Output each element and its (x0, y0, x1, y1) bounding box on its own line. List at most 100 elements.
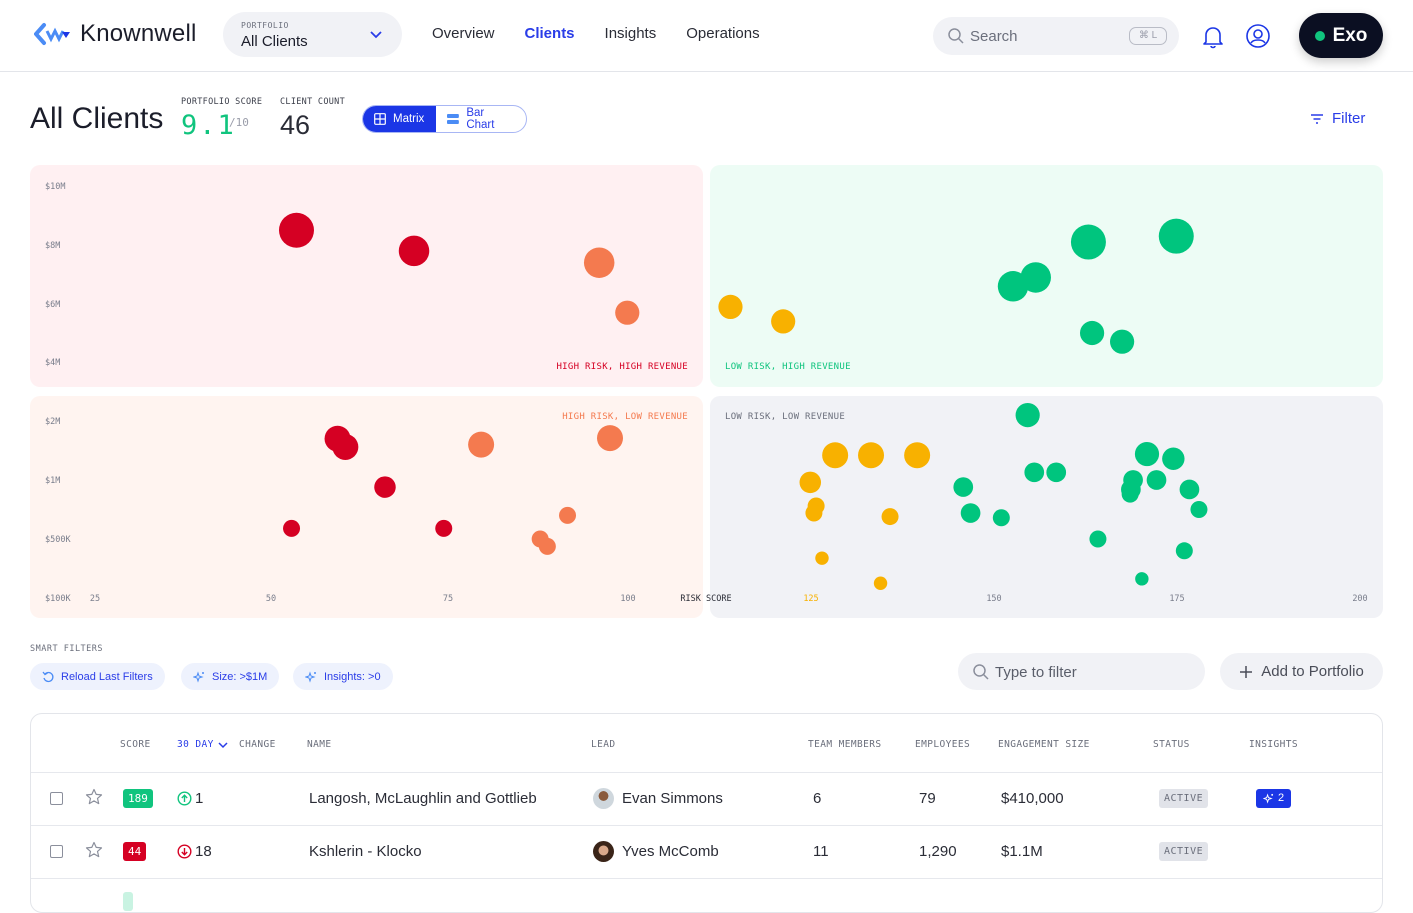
nav-insights[interactable]: Insights (605, 25, 657, 42)
column-header-score[interactable]: SCORE (120, 739, 151, 750)
client-point-watch[interactable] (771, 309, 796, 334)
plus-icon (1240, 665, 1253, 678)
filter-button[interactable]: Filter (1310, 110, 1365, 127)
portfolio-select-label: PORTFOLIO (241, 21, 289, 30)
view-toggle-bar-chart-label: Bar Chart (466, 107, 495, 131)
chevron-down-icon (218, 741, 228, 748)
client-point-at-risk[interactable] (559, 506, 577, 524)
add-to-portfolio-label: Add to Portfolio (1261, 663, 1364, 680)
divider (31, 878, 1382, 879)
client-point-at-risk[interactable] (538, 537, 556, 555)
brand-logo[interactable]: Knownwell (34, 20, 197, 48)
insights-badge[interactable]: 2 (1256, 789, 1292, 808)
client-point-at-risk[interactable] (583, 247, 615, 278)
global-search-input[interactable]: Search ⌘ L (933, 17, 1179, 55)
change-value: 18 (177, 843, 212, 860)
exo-assistant-button[interactable]: Exo (1299, 13, 1383, 58)
client-name[interactable]: Langosh, McLaughlin and Gottlieb (309, 790, 537, 807)
client-point-healthy[interactable] (1190, 501, 1208, 518)
page-title: All Clients (30, 102, 164, 135)
table-row[interactable]: 44 18 Kshlerin - Klocko Yves McComb 11 1… (31, 826, 1382, 878)
client-point-critical[interactable] (332, 433, 359, 460)
client-point-watch[interactable] (805, 504, 823, 522)
client-point-healthy[interactable] (1020, 262, 1051, 293)
column-header-engagement-size[interactable]: ENGAGEMENT SIZE (998, 739, 1090, 750)
client-point-healthy[interactable] (1179, 479, 1200, 500)
row-checkbox[interactable] (50, 845, 63, 858)
client-point-healthy[interactable] (1070, 224, 1106, 260)
add-to-portfolio-button[interactable]: Add to Portfolio (1220, 653, 1383, 690)
client-point-watch[interactable] (873, 576, 888, 590)
smart-filters-label: SMART FILTERS (30, 644, 104, 654)
client-point-critical[interactable] (398, 235, 430, 267)
client-count-label: CLIENT COUNT (280, 97, 346, 107)
client-point-healthy[interactable] (1079, 320, 1105, 346)
column-header-lead[interactable]: LEAD (591, 739, 615, 750)
score-badge: 189 (123, 789, 153, 808)
column-header-period-select[interactable]: 30 DAY (177, 739, 228, 750)
client-name[interactable]: Kshlerin - Klocko (309, 843, 422, 860)
column-header-employees[interactable]: EMPLOYEES (915, 739, 970, 750)
table-row[interactable]: 189 1 Langosh, McLaughlin and Gottlieb E… (31, 773, 1382, 825)
client-point-watch[interactable] (718, 294, 743, 319)
client-point-watch[interactable] (858, 442, 885, 469)
avatar (593, 788, 614, 809)
nav-overview[interactable]: Overview (432, 25, 495, 42)
client-point-watch[interactable] (799, 471, 822, 494)
reload-last-filters-chip[interactable]: Reload Last Filters (30, 663, 165, 690)
client-point-healthy[interactable] (1024, 462, 1045, 483)
client-point-watch[interactable] (815, 551, 829, 565)
client-point-healthy[interactable] (1121, 485, 1139, 503)
portfolio-select[interactable]: PORTFOLIO All Clients (223, 12, 402, 57)
size-filter-chip[interactable]: Size: >$1M (181, 663, 280, 690)
client-point-critical[interactable] (278, 212, 314, 248)
view-toggle-bar-chart[interactable]: Bar Chart (436, 106, 526, 132)
nav-clients[interactable]: Clients (525, 25, 575, 42)
client-point-healthy[interactable] (960, 503, 981, 523)
client-point-healthy[interactable] (1134, 441, 1160, 467)
client-point-at-risk[interactable] (597, 425, 623, 452)
client-point-healthy[interactable] (1175, 542, 1193, 560)
table-filter-placeholder: Type to filter (995, 664, 1077, 681)
main-nav: Overview Clients Insights Operations (432, 25, 760, 42)
client-point-watch[interactable] (822, 442, 849, 469)
client-point-at-risk[interactable] (615, 300, 640, 325)
client-point-watch[interactable] (881, 508, 899, 526)
client-point-critical[interactable] (374, 476, 396, 498)
star-icon[interactable] (85, 841, 103, 859)
client-point-healthy[interactable] (1158, 218, 1194, 254)
user-profile-icon[interactable] (1245, 23, 1271, 49)
reload-icon (42, 671, 54, 682)
client-point-healthy[interactable] (1162, 447, 1185, 470)
client-point-at-risk[interactable] (468, 431, 495, 458)
view-toggle: Matrix Bar Chart (362, 105, 527, 133)
column-header-team-members[interactable]: TEAM MEMBERS (808, 739, 881, 750)
nav-operations[interactable]: Operations (686, 25, 759, 42)
change-number: 18 (195, 843, 212, 860)
client-point-healthy[interactable] (992, 509, 1010, 527)
client-point-critical[interactable] (283, 519, 301, 537)
client-point-healthy[interactable] (1046, 462, 1067, 483)
insights-filter-chip[interactable]: Insights: >0 (293, 663, 393, 690)
client-point-critical[interactable] (435, 519, 453, 537)
column-header-change[interactable]: CHANGE (239, 739, 276, 750)
client-point-healthy[interactable] (1015, 403, 1040, 428)
column-header-status[interactable]: STATUS (1153, 739, 1190, 750)
table-filter-input[interactable]: Type to filter (958, 653, 1205, 690)
column-header-insights[interactable]: INSIGHTS (1249, 739, 1298, 750)
top-navigation-bar: Knownwell PORTFOLIO All Clients Overview… (0, 0, 1413, 72)
client-point-healthy[interactable] (1146, 470, 1167, 490)
row-checkbox[interactable] (50, 792, 63, 805)
status-badge: ACTIVE (1159, 789, 1209, 808)
view-toggle-matrix[interactable]: Matrix (363, 106, 437, 132)
client-point-healthy[interactable] (953, 477, 974, 497)
lead-name: Yves McComb (622, 843, 719, 860)
bell-icon[interactable] (1201, 24, 1225, 50)
star-icon[interactable] (85, 788, 103, 806)
client-point-healthy[interactable] (1089, 530, 1107, 548)
client-point-watch[interactable] (904, 442, 931, 469)
client-point-healthy[interactable] (1135, 572, 1149, 586)
client-point-healthy[interactable] (1110, 329, 1135, 354)
view-toggle-matrix-label: Matrix (393, 113, 425, 125)
column-header-name[interactable]: NAME (307, 739, 331, 750)
